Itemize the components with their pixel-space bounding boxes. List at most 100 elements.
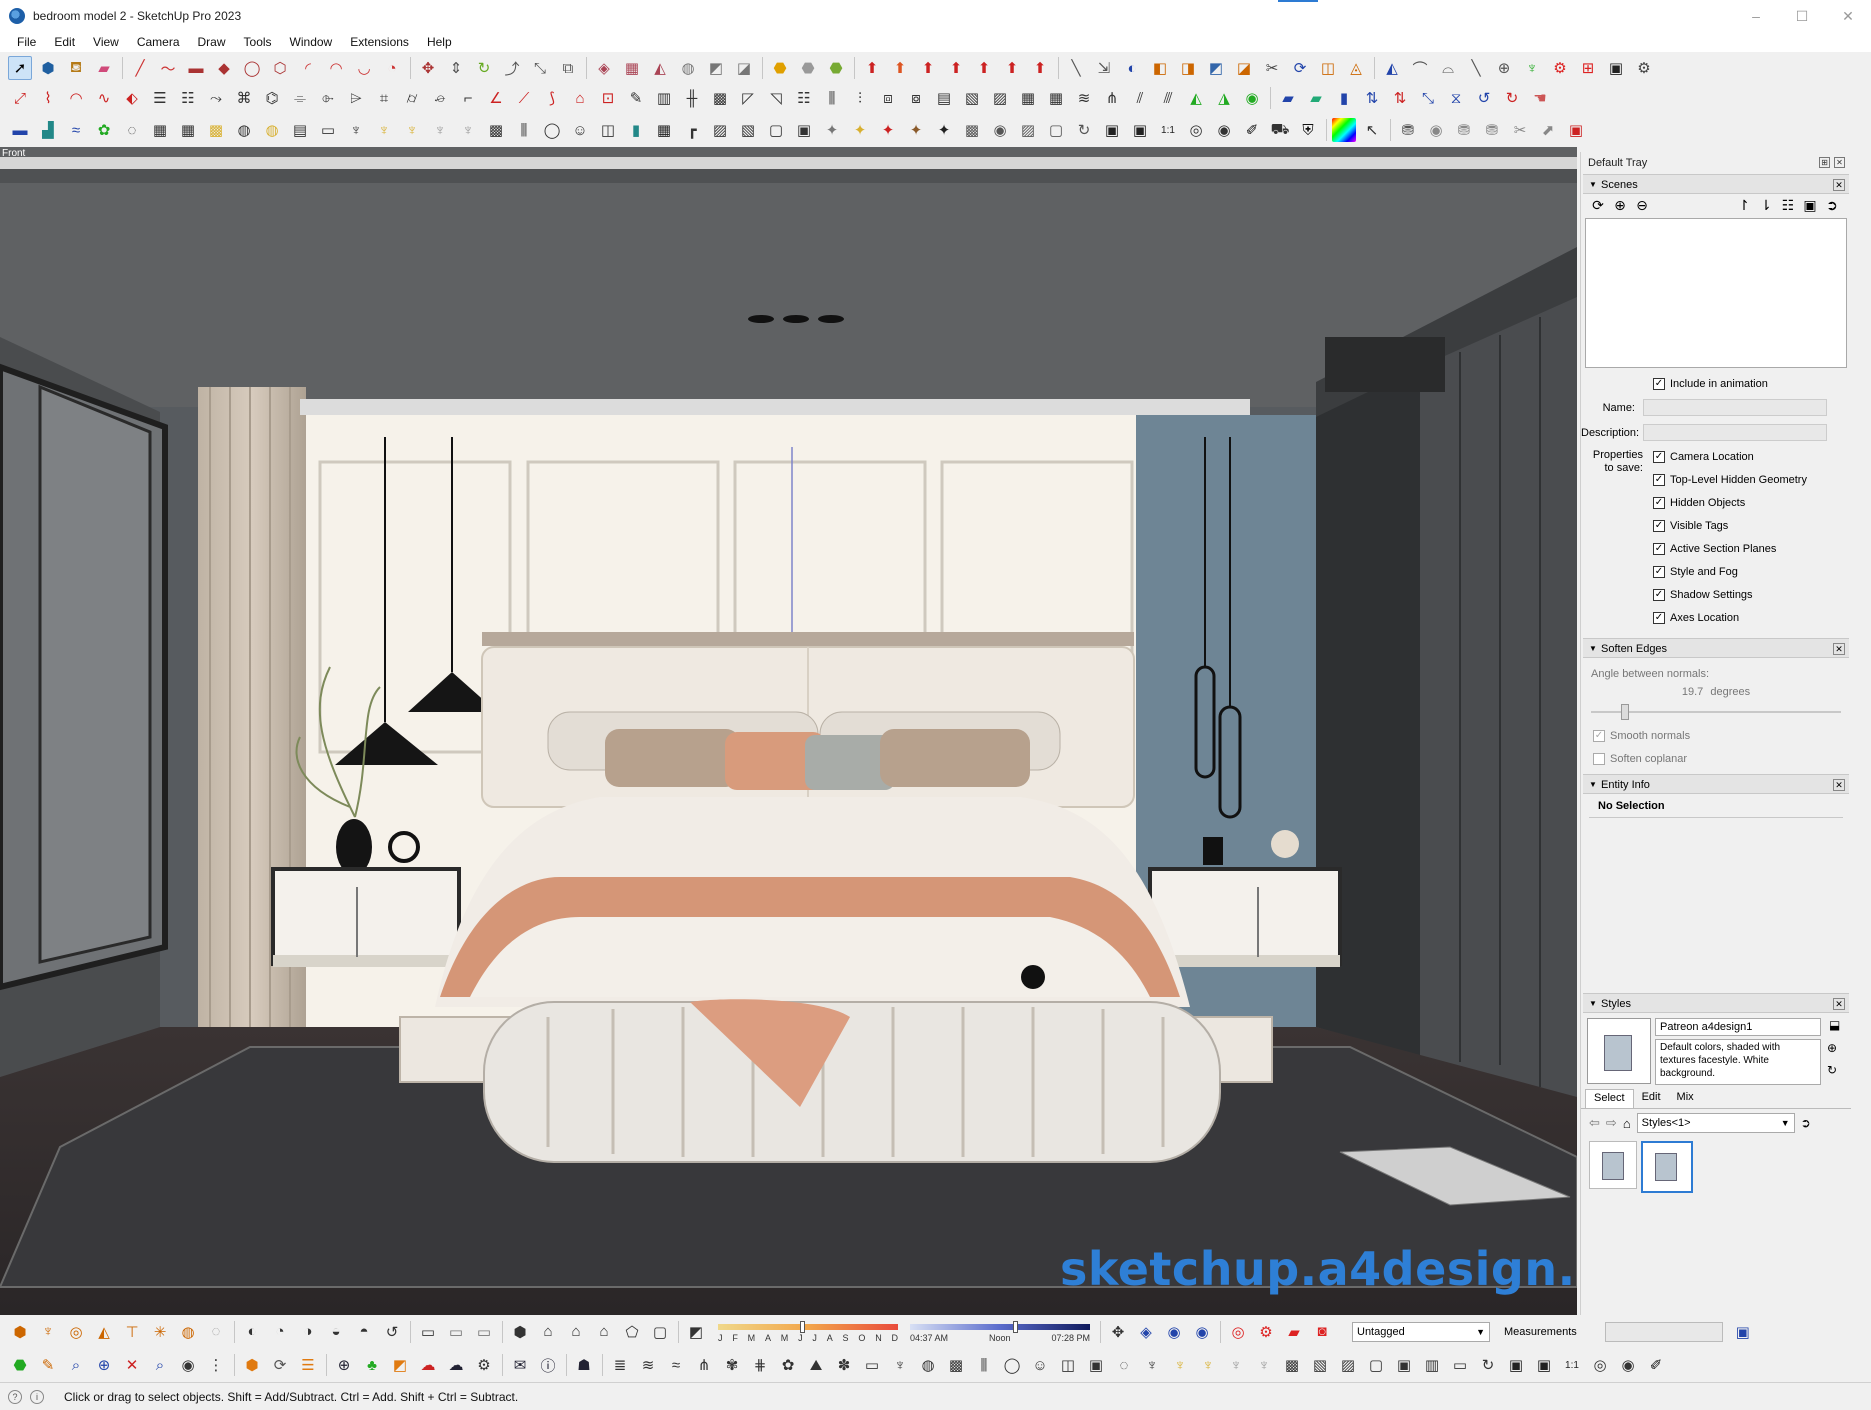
corner-icon[interactable]: ⌐ bbox=[456, 86, 480, 110]
film-icon[interactable]: ⛃ bbox=[1396, 118, 1420, 142]
checker-icon[interactable]: ▩ bbox=[484, 118, 508, 142]
cabinet-icon[interactable]: ▤ bbox=[288, 118, 312, 142]
property-checkbox[interactable]: ✓ bbox=[1653, 588, 1665, 601]
cube-blue-icon[interactable]: ▰ bbox=[1276, 86, 1300, 110]
orange-box-icon[interactable]: ⬢ bbox=[240, 1353, 264, 1377]
frame-square-icon[interactable]: ▢ bbox=[764, 118, 788, 142]
window-tool-icon[interactable]: ⊡ bbox=[596, 86, 620, 110]
texture-icon[interactable]: ▨ bbox=[708, 118, 732, 142]
brush-icon[interactable]: ✎ bbox=[624, 86, 648, 110]
terrain-2-green-icon[interactable]: ◮ bbox=[1212, 86, 1236, 110]
arc-tool-icon[interactable]: ◜ bbox=[296, 56, 320, 80]
frame-2-icon[interactable]: ▣ bbox=[1084, 1353, 1108, 1377]
spline-red-icon[interactable]: ∿ bbox=[92, 86, 116, 110]
window-blue-icon[interactable]: ▣ bbox=[1731, 1320, 1755, 1344]
include-animation-checkbox[interactable]: ✓ bbox=[1653, 377, 1665, 390]
star-dark-icon[interactable]: ✦ bbox=[932, 118, 956, 142]
home-icon[interactable]: ⌂ bbox=[1623, 1116, 1631, 1131]
tube-icon[interactable]: ⌭ bbox=[400, 86, 424, 110]
hatch-3-icon[interactable]: ▨ bbox=[1336, 1353, 1360, 1377]
rotate-right-red-icon[interactable]: ↻ bbox=[1500, 86, 1524, 110]
3d-home-icon[interactable]: ⌂ bbox=[536, 1320, 560, 1344]
cursor-picker-icon[interactable]: ↖ bbox=[1360, 118, 1384, 142]
circle-tool-icon[interactable]: ◯ bbox=[240, 56, 264, 80]
tag-tool-icon[interactable]: ◫ bbox=[1316, 56, 1340, 80]
property-checkbox[interactable]: ✓ bbox=[1653, 565, 1665, 578]
pin-icon[interactable]: ⊞ bbox=[1819, 157, 1830, 168]
eye-dark-icon[interactable]: ◉ bbox=[176, 1353, 200, 1377]
smooth-normals-checkbox[interactable]: ✓ bbox=[1593, 729, 1605, 742]
smoove-icon[interactable]: ◭ bbox=[648, 56, 672, 80]
add-detail-icon[interactable]: ◪ bbox=[732, 56, 756, 80]
trophy-gold-2-icon[interactable]: ♆ bbox=[400, 118, 424, 142]
cut-tool-icon[interactable]: ✂ bbox=[1260, 56, 1284, 80]
menu-extensions[interactable]: Extensions bbox=[341, 35, 418, 49]
trophy-gold-icon[interactable]: ♆ bbox=[372, 118, 396, 142]
credits-icon[interactable]: i bbox=[30, 1389, 44, 1404]
solid-subtract-icon[interactable]: ⬣ bbox=[796, 56, 820, 80]
slab-icon[interactable]: ⧇ bbox=[904, 86, 928, 110]
asterisk-icon[interactable]: ✳ bbox=[148, 1320, 172, 1344]
property-checkbox[interactable]: ✓ bbox=[1653, 496, 1665, 509]
curve-red-icon[interactable]: ⌇ bbox=[36, 86, 60, 110]
save-as-2-icon[interactable]: ▣ bbox=[1532, 1353, 1556, 1377]
grid-icon[interactable]: ▦ bbox=[1044, 86, 1068, 110]
twist-icon[interactable]: ⌬ bbox=[260, 86, 284, 110]
dots-icon[interactable]: ▦ bbox=[1016, 86, 1040, 110]
layers-orange-icon[interactable]: ◩ bbox=[388, 1353, 412, 1377]
fence-icon[interactable]: ╫ bbox=[680, 86, 704, 110]
refresh-style-icon[interactable]: ↻ bbox=[1827, 1063, 1837, 1077]
stack-orange-icon[interactable]: ☰ bbox=[296, 1353, 320, 1377]
save-icon[interactable]: ▣ bbox=[1100, 118, 1124, 142]
search-blue-icon[interactable]: ⌕ bbox=[148, 1353, 172, 1377]
house-icon[interactable]: ⌂ bbox=[564, 1320, 588, 1344]
property-row[interactable]: ✓ Style and Fog bbox=[1653, 560, 1807, 583]
angle-slider[interactable] bbox=[1591, 700, 1841, 724]
trophy-orange-icon[interactable]: ♆ bbox=[36, 1320, 60, 1344]
freehand-tool-icon[interactable]: 〜 bbox=[156, 56, 180, 80]
sofa-icon[interactable]: ▭ bbox=[316, 118, 340, 142]
stairs-icon[interactable]: ☷ bbox=[792, 86, 816, 110]
ruler-blue-icon[interactable]: ▬ bbox=[8, 118, 32, 142]
pan-icon[interactable]: ◒ bbox=[324, 1320, 348, 1344]
update-scene-icon[interactable]: ⟳ bbox=[1589, 196, 1607, 214]
menu-draw[interactable]: Draw bbox=[189, 35, 235, 49]
diagonal-icon[interactable]: ⫽ bbox=[1128, 86, 1152, 110]
protractor-icon[interactable]: ◐ bbox=[1120, 56, 1144, 80]
mesh-icon[interactable]: ▩ bbox=[708, 86, 732, 110]
tag-select[interactable]: Untagged ▼ bbox=[1352, 1321, 1490, 1342]
month-slider-thumb[interactable] bbox=[800, 1320, 805, 1333]
position-camera-icon[interactable]: ⊕ bbox=[1492, 56, 1516, 80]
time-slider-thumb[interactable] bbox=[1013, 1320, 1018, 1333]
rake-icon[interactable]: ⋔ bbox=[1100, 86, 1124, 110]
trophy-gray-3-icon[interactable]: ♆ bbox=[1224, 1353, 1248, 1377]
sandbox-from-contours-icon[interactable]: ◈ bbox=[592, 56, 616, 80]
trophy-gray-4-icon[interactable]: ♆ bbox=[1252, 1353, 1276, 1377]
solid-union-icon[interactable]: ⬣ bbox=[768, 56, 792, 80]
save-as-icon[interactable]: ▣ bbox=[1128, 118, 1152, 142]
fillet-icon[interactable]: ⬖ bbox=[120, 86, 144, 110]
drape-icon[interactable]: ◩ bbox=[704, 56, 728, 80]
wave-2-icon[interactable]: ≈ bbox=[664, 1353, 688, 1377]
paint-brush-icon[interactable]: ✐ bbox=[1240, 118, 1264, 142]
hide-2-icon[interactable]: ◎ bbox=[1588, 1353, 1612, 1377]
bezier-icon[interactable]: ⌓ bbox=[1436, 56, 1460, 80]
axis-ar-icon[interactable]: ⬆ bbox=[916, 56, 940, 80]
smooth-normals-row[interactable]: ✓ Smooth normals bbox=[1581, 724, 1851, 747]
hand-icon[interactable]: ☚ bbox=[1528, 86, 1552, 110]
orbit-icon[interactable]: ◑ bbox=[296, 1320, 320, 1344]
fold-icon[interactable]: ◸ bbox=[736, 86, 760, 110]
bush-icon[interactable]: ✽ bbox=[832, 1353, 856, 1377]
back-arrow-icon[interactable]: ⇦ bbox=[1589, 1115, 1600, 1131]
stamp-icon[interactable]: ◍ bbox=[676, 56, 700, 80]
flow-icon[interactable]: ⌯ bbox=[288, 86, 312, 110]
pipe-icon[interactable]: ⫶ bbox=[848, 86, 872, 110]
close-button[interactable]: ✕ bbox=[1825, 0, 1871, 32]
red-gear-icon[interactable]: ⚙ bbox=[1254, 1320, 1278, 1344]
preferences-gear-icon[interactable]: ⚙ bbox=[1632, 56, 1656, 80]
camera-icon[interactable]: ◉ bbox=[1424, 118, 1448, 142]
scene-name-field[interactable] bbox=[1643, 399, 1827, 416]
soften-edges-panel-header[interactable]: ▼ Soften Edges ✕ bbox=[1583, 638, 1849, 658]
property-row[interactable]: ✓ Axes Location bbox=[1653, 606, 1807, 629]
grass-2-icon[interactable]: ⋕ bbox=[748, 1353, 772, 1377]
